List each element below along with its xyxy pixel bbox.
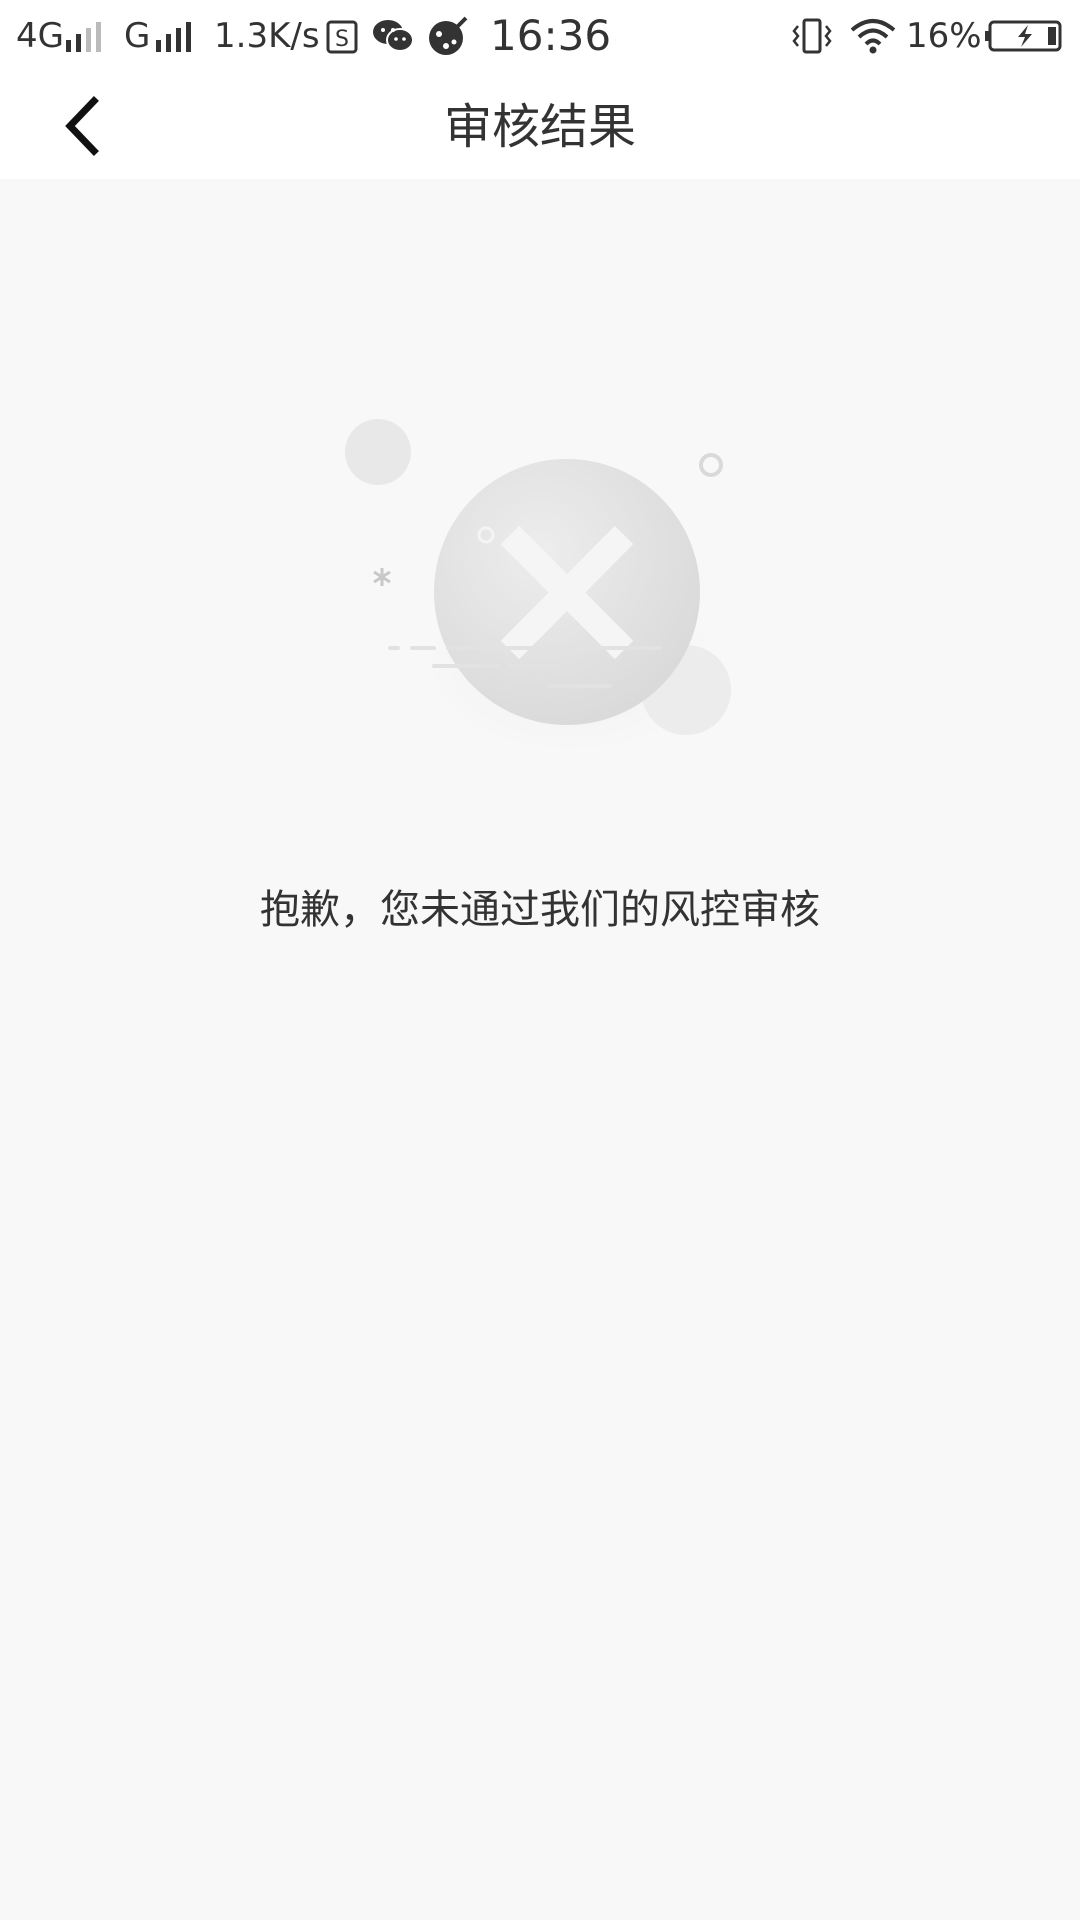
page-title: 审核结果 xyxy=(443,99,636,155)
paint-app-icon xyxy=(429,16,468,55)
chevron-left-icon xyxy=(65,96,99,156)
svg-text:S: S xyxy=(335,27,349,52)
battery-percent: 16% xyxy=(906,16,982,56)
screen: 4G G 1.3K/s S 16:36 16% 审核结果 抱歉，您未通过我们的风… xyxy=(0,0,1080,1920)
nav-bar: 审核结果 xyxy=(0,75,1080,179)
network-speed: 1.3K/s xyxy=(214,16,320,56)
wechat-icon xyxy=(373,20,414,52)
fail-x-icon xyxy=(345,419,740,770)
network-type-g: G xyxy=(124,16,151,56)
signal-icon xyxy=(66,22,101,52)
battery-charging-icon xyxy=(985,20,1062,52)
result-message: 抱歉，您未通过我们的风控审核 xyxy=(260,887,820,933)
status-time: 16:36 xyxy=(490,11,612,60)
back-button[interactable] xyxy=(50,91,120,161)
status-bar: 4G G 1.3K/s S 16:36 16% xyxy=(0,0,1080,75)
fail-illustration xyxy=(330,400,750,780)
sim-icon: S xyxy=(326,20,358,54)
vibrate-icon xyxy=(792,18,832,54)
network-type-4g: 4G xyxy=(16,16,64,56)
signal-icon-2 xyxy=(156,22,191,52)
wifi-icon xyxy=(850,19,896,54)
